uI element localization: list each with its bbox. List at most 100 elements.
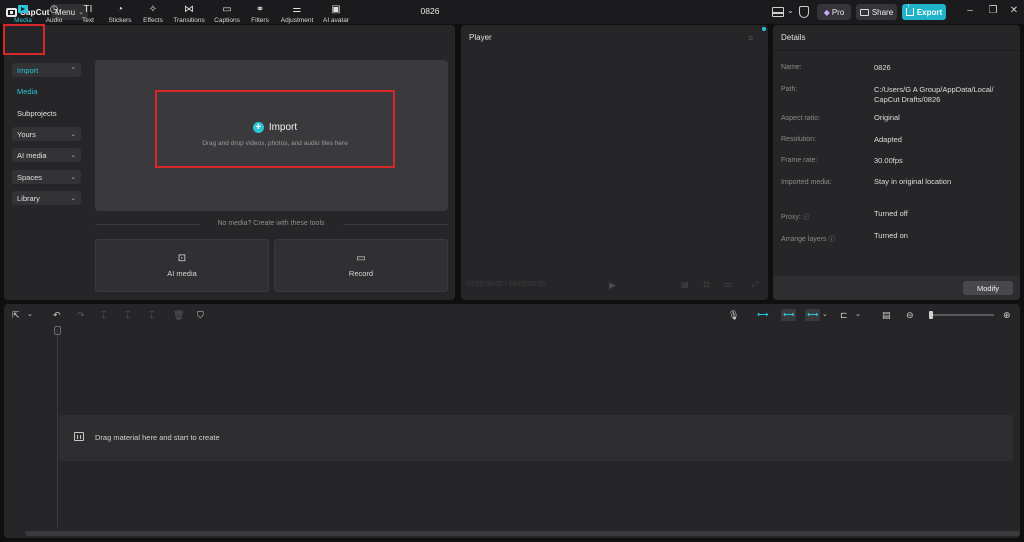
record-card[interactable]: ▭ Record — [274, 239, 448, 292]
tab-text[interactable]: TI Text — [76, 4, 100, 26]
split-icon[interactable]: ⌶ — [101, 309, 106, 321]
share-button[interactable]: Share — [856, 4, 897, 20]
tab-label: Audio — [45, 17, 63, 24]
minimize-icon[interactable]: – — [963, 5, 977, 16]
help-icon[interactable]: ⓘ — [828, 236, 835, 243]
export-label: Export — [916, 7, 943, 17]
caption-track-icon[interactable]: ▤ — [882, 309, 891, 321]
detail-value: Turned off — [874, 209, 908, 218]
tab-effects[interactable]: ✧ Effects — [140, 4, 166, 26]
sidebar-item-ai-media[interactable]: AI media ⌄ — [12, 148, 81, 162]
tab-label: Transitions — [173, 17, 205, 24]
sidebar-item-label: Yours — [17, 129, 36, 139]
help-icon[interactable]: ⓘ — [803, 214, 810, 221]
magnet-icon[interactable]: ⟷ — [781, 309, 797, 321]
captions-icon: ▭ — [222, 4, 232, 15]
detail-value: 30.00fps — [874, 156, 903, 165]
sidebar-item-import[interactable]: Import ⌃ — [12, 63, 81, 77]
horizontal-scrollbar[interactable] — [25, 531, 1020, 536]
tab-captions[interactable]: ▭ Captions — [211, 4, 243, 26]
detail-value: 0826 — [874, 63, 891, 72]
record-icon: ▭ — [356, 253, 366, 264]
close-icon[interactable]: ✕ — [1007, 5, 1021, 16]
tab-label: Stickers — [108, 17, 132, 24]
quality-icon[interactable]: ▤ — [681, 280, 689, 289]
detail-key: Path: — [781, 86, 798, 93]
tab-audio[interactable]: ◷ Audio — [42, 4, 66, 26]
tab-label: Adjustment — [280, 17, 314, 24]
tab-adjustment[interactable]: ⚌ Adjustment — [278, 4, 316, 26]
detail-key: Imported media: — [781, 179, 832, 186]
chevron-down-icon[interactable]: ⌄ — [822, 309, 828, 321]
track-hint: Drag material here and start to create — [95, 433, 220, 442]
playhead-line — [57, 329, 58, 527]
details-title: Details — [781, 33, 806, 42]
detail-value: C:/Users/G A Group/AppData/Local/ CapCut… — [874, 85, 994, 104]
transitions-icon: ⋈ — [184, 4, 194, 15]
detail-key: Resolution: — [781, 136, 817, 143]
zoom-slider-handle[interactable] — [929, 311, 933, 319]
export-icon — [905, 3, 914, 16]
fullscreen-icon[interactable]: ⤢ — [752, 280, 758, 290]
chevron-down-icon[interactable]: ⌄ — [27, 309, 33, 321]
select-tool-icon[interactable]: ⇱ — [12, 309, 20, 321]
zoom-out-icon[interactable]: ⊖ — [906, 309, 914, 321]
tab-transitions[interactable]: ⋈ Transitions — [171, 4, 207, 26]
text-icon: TI — [83, 4, 93, 15]
sidebar-item-label: Import — [17, 65, 39, 75]
link-clips-icon[interactable]: ⟷ — [757, 309, 768, 321]
sidebar-item-spaces[interactable]: Spaces ⌄ — [12, 170, 81, 184]
chevron-down-icon: ⌄ — [70, 174, 76, 181]
divider — [343, 224, 448, 225]
zoom-slider-track[interactable] — [932, 314, 994, 316]
redo-icon[interactable]: ↷ — [77, 309, 85, 321]
sidebar-item-subprojects[interactable]: Subprojects — [12, 106, 81, 120]
chevron-down-icon[interactable]: ⌄ — [787, 6, 794, 15]
shield-icon[interactable]: ⛉ — [197, 309, 204, 321]
media-tab-highlight — [3, 24, 45, 55]
export-button[interactable]: Export — [902, 3, 946, 20]
delete-icon[interactable]: 🗑 — [173, 309, 184, 321]
preview-axis-icon[interactable]: ⊏ — [840, 309, 848, 321]
pro-button[interactable]: ◆ Pro — [817, 4, 851, 20]
play-icon[interactable]: ▶ — [609, 280, 616, 291]
split-left-icon[interactable]: ⌶ — [125, 309, 130, 321]
detail-key: Arrange layers ⓘ — [781, 233, 835, 243]
restore-icon[interactable]: ❐ — [986, 5, 1000, 16]
snap-icon[interactable]: ⟷ — [805, 309, 821, 321]
undo-icon[interactable]: ↶ — [53, 309, 61, 321]
ratio-icon[interactable]: ▭ — [724, 280, 732, 289]
detail-key: Frame rate: — [781, 157, 818, 164]
import-button[interactable]: + Import — [155, 122, 395, 133]
split-right-icon[interactable]: ⌶ — [149, 309, 154, 321]
detail-key-label: Arrange layers — [781, 236, 827, 243]
shield-icon[interactable] — [799, 6, 809, 18]
playhead-handle[interactable] — [54, 326, 61, 335]
layout-icon[interactable] — [772, 7, 784, 17]
tab-ai-avatar[interactable]: ▣ AI avatar — [320, 4, 352, 26]
tab-stickers[interactable]: ◔ Stickers — [105, 4, 135, 26]
ai-media-card[interactable]: ⊡ AI media — [95, 239, 269, 292]
adjustment-icon: ⚌ — [292, 4, 302, 15]
modify-button[interactable]: Modify — [963, 281, 1013, 295]
menu-icon[interactable]: ≡ — [748, 33, 753, 43]
tab-label: Filters — [251, 17, 269, 24]
diamond-icon: ◆ — [823, 7, 830, 17]
stickers-icon: ◔ — [116, 4, 124, 15]
microphone-icon[interactable]: 🎙 — [728, 309, 739, 321]
sidebar-item-media[interactable]: Media — [12, 84, 81, 98]
divider — [95, 224, 200, 225]
detail-value: Stay in original location — [874, 177, 952, 186]
zoom-in-icon[interactable]: ⊕ — [1003, 309, 1011, 321]
tab-media[interactable]: Media — [9, 4, 37, 26]
sidebar-item-yours[interactable]: Yours ⌄ — [12, 127, 81, 141]
ai-media-icon: ⊡ — [177, 253, 187, 264]
tab-filters[interactable]: ⚭ Filters — [248, 4, 272, 26]
detail-value: Adapted — [874, 135, 902, 144]
detail-key: Name: — [781, 64, 802, 71]
sidebar-item-library[interactable]: Library ⌄ — [12, 191, 81, 205]
crop-icon[interactable]: ⊡ — [703, 280, 710, 289]
share-icon — [859, 8, 869, 16]
chevron-down-icon[interactable]: ⌄ — [855, 309, 861, 321]
media-icon — [18, 5, 28, 13]
